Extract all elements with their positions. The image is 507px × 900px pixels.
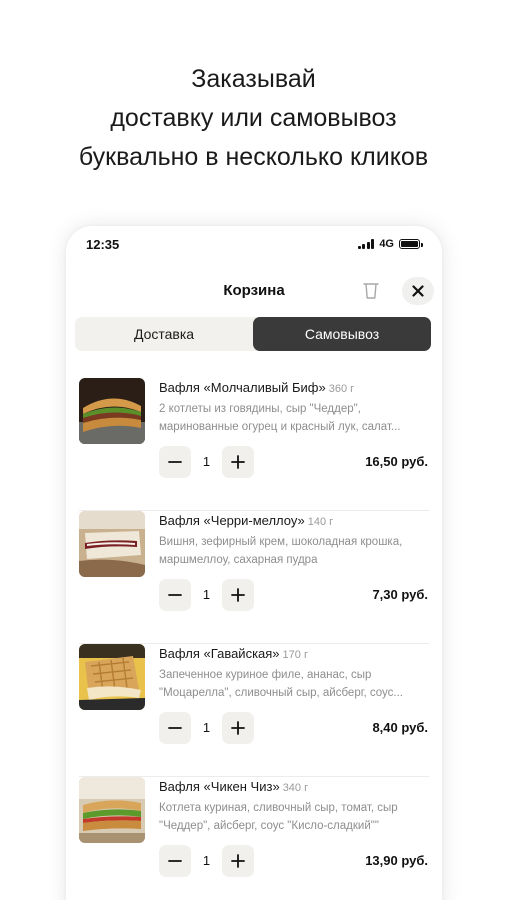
tab-pickup[interactable]: Самовывоз — [253, 317, 431, 351]
item-quantity: 1 — [202, 853, 211, 868]
item-description-line: маршмеллоу, сахарная пудра — [159, 554, 318, 566]
item-weight: 140 г — [307, 516, 334, 528]
item-description: Котлета куриная, сливочный сыр, томат, с… — [159, 799, 434, 835]
cart-item: Вафля «Черри-меллоу» 140 г Вишня, зефирны… — [66, 511, 442, 644]
item-price: 16,50 руб. — [365, 454, 428, 469]
item-weight: 170 г — [282, 649, 308, 661]
increase-quantity-button[interactable] — [222, 712, 254, 744]
item-description-line: Вишня, зефирный крем, шоколадная крошка, — [159, 536, 403, 548]
item-weight: 360 г — [328, 383, 355, 395]
item-photo — [79, 378, 145, 444]
network-type: 4G — [379, 238, 394, 250]
headline-line-2: доставку или самовывоз — [110, 104, 397, 132]
plus-icon — [231, 721, 245, 735]
trash-icon[interactable] — [363, 282, 379, 300]
item-quantity: 1 — [202, 587, 211, 602]
item-weight: 340 г — [282, 782, 309, 794]
headline-line-1: Заказывай — [191, 65, 316, 93]
item-description-line: маринованные огурец и красный лук, салат… — [159, 421, 401, 433]
cart-item: Вафля «Чикен Чиз» 340 г Котлета куриная, … — [66, 777, 442, 900]
minus-icon — [168, 461, 182, 463]
promo-headline: Заказывай доставку или самовывоз букваль… — [0, 60, 507, 177]
item-name: Вафля «Черри-меллоу» — [159, 513, 305, 528]
increase-quantity-button[interactable] — [222, 579, 254, 611]
item-price: 8,40 руб. — [372, 720, 428, 735]
plus-icon — [231, 588, 245, 602]
plus-icon — [231, 854, 245, 868]
decrease-quantity-button[interactable] — [159, 579, 191, 611]
item-description: Вишня, зефирный крем, шоколадная крошка,… — [159, 533, 434, 569]
item-photo — [79, 777, 145, 843]
cart-title: Корзина — [223, 282, 285, 299]
item-name: Вафля «Гавайская» — [159, 646, 280, 661]
battery-icon — [399, 239, 423, 249]
item-name: Вафля «Молчаливый Биф» — [159, 380, 326, 395]
status-time: 12:35 — [86, 237, 120, 252]
item-photo — [79, 644, 145, 710]
increase-quantity-button[interactable] — [222, 446, 254, 478]
item-description-line: 2 котлеты из говядины, сыр "Чеддер", — [159, 403, 361, 415]
signal-icon — [357, 239, 375, 249]
increase-quantity-button[interactable] — [222, 845, 254, 877]
minus-icon — [168, 594, 182, 596]
item-photo — [79, 511, 145, 577]
item-title: Вафля «Гавайская» 170 г — [159, 646, 308, 661]
close-icon — [412, 285, 424, 297]
plus-icon — [231, 455, 245, 469]
item-price: 13,90 руб. — [365, 853, 428, 868]
decrease-quantity-button[interactable] — [159, 446, 191, 478]
cart-item: Вафля «Молчаливый Биф» 360 г 2 котлеты из… — [66, 378, 442, 511]
item-description: Запеченное куриное филе, ананас, сыр "Мо… — [159, 666, 434, 702]
item-price: 7,30 руб. — [372, 587, 428, 602]
item-name: Вафля «Чикен Чиз» — [159, 779, 280, 794]
status-indicators: 4G — [357, 238, 423, 250]
decrease-quantity-button[interactable] — [159, 712, 191, 744]
item-description-line: Котлета куриная, сливочный сыр, томат, с… — [159, 802, 398, 814]
minus-icon — [168, 727, 182, 729]
item-quantity: 1 — [202, 720, 211, 735]
close-button[interactable] — [402, 277, 434, 305]
decrease-quantity-button[interactable] — [159, 845, 191, 877]
item-description-line: "Моцарелла", сливочный сыр, айсберг, соу… — [159, 687, 404, 699]
delivery-mode-tabs: Доставка Самовывоз — [75, 317, 431, 351]
item-description-line: Запеченное куриное филе, ананас, сыр — [159, 669, 372, 681]
status-bar: 12:35 4G — [66, 226, 442, 266]
headline-line-3: буквально в несколько кликов — [78, 143, 429, 171]
item-title: Вафля «Черри-меллоу» 140 г — [159, 513, 333, 528]
item-quantity: 1 — [202, 454, 211, 469]
tab-delivery[interactable]: Доставка — [75, 317, 253, 351]
minus-icon — [168, 860, 182, 862]
item-description-line: "Чеддер", айсберг, соус "Кисло-сладкий"" — [159, 820, 379, 832]
item-description: 2 котлеты из говядины, сыр "Чеддер", мар… — [159, 400, 434, 436]
phone-screen: 12:35 4G Корзина Доставка Самовывоз Вафл… — [66, 226, 442, 900]
cart-item: Вафля «Гавайская» 170 г Запеченное курино… — [66, 644, 442, 777]
item-title: Вафля «Чикен Чиз» 340 г — [159, 779, 308, 794]
item-title: Вафля «Молчаливый Биф» 360 г — [159, 380, 354, 395]
